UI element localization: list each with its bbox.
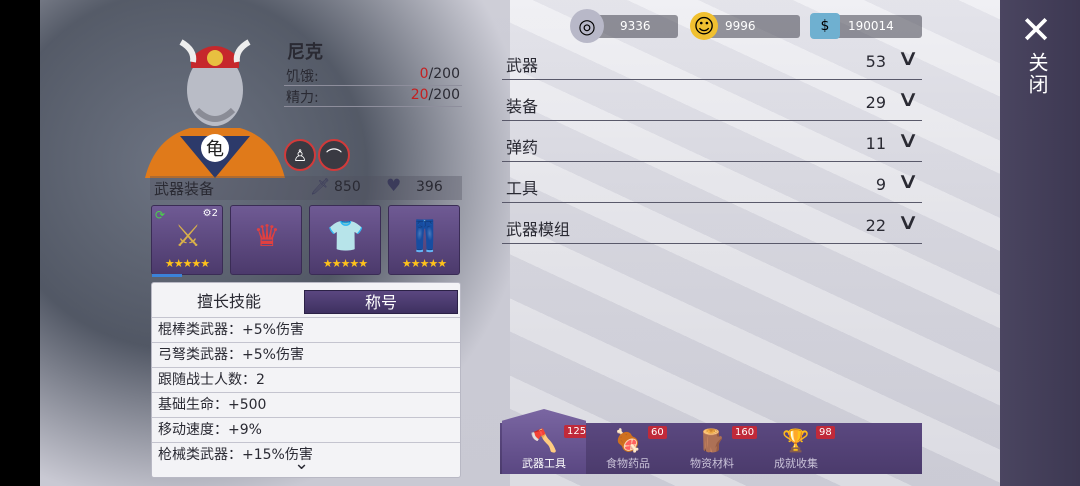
energy-max: /200 bbox=[428, 87, 460, 103]
tab-label: 食物药品 bbox=[606, 457, 650, 470]
inventory-row-mods[interactable]: 武器模组 22 ∨ bbox=[502, 208, 922, 244]
chevron-down-icon[interactable]: ⌄ bbox=[294, 453, 309, 474]
equipment-title: 武器装备 bbox=[154, 180, 215, 198]
inventory-label: 工具 bbox=[506, 179, 539, 198]
buff-badge-person-icon[interactable]: ♙ bbox=[284, 139, 316, 171]
energy-stat: 精力: 20/200 bbox=[284, 85, 462, 107]
energy-label: 精力: bbox=[286, 90, 319, 106]
skills-panel: 擅长技能 称号 棍棒类武器：+5%伤害 弓弩类武器：+5%伤害 跟随战士人数：2… bbox=[151, 282, 461, 478]
chevron-down-icon[interactable]: ∨ bbox=[897, 87, 920, 112]
silver-value: 9336 bbox=[620, 19, 651, 33]
weapon-progress-bar bbox=[152, 274, 182, 277]
svg-text:龟: 龟 bbox=[206, 139, 224, 160]
bottom-tab-bar: 🪓 125 武器工具 🍖 60 食物药品 🪵 160 物资材料 🏆 98 成就收… bbox=[500, 409, 922, 474]
cash-icon: $ bbox=[810, 13, 840, 39]
equipment-header: 武器装备 🗡 850 ♥ 396 bbox=[150, 176, 462, 200]
chevron-down-icon[interactable]: ∨ bbox=[897, 210, 920, 235]
tab-materials[interactable]: 🪵 160 物资材料 bbox=[670, 423, 758, 474]
chevron-down-icon[interactable]: ∨ bbox=[897, 128, 920, 153]
tab-label: 成就收集 bbox=[774, 457, 818, 470]
hunger-max: /200 bbox=[428, 66, 460, 82]
tab-label: 武器工具 bbox=[522, 457, 566, 470]
pants-icon: 👖 bbox=[406, 218, 444, 254]
weapon-level-value: 2 bbox=[211, 208, 218, 219]
inventory-count: 53 bbox=[865, 52, 886, 71]
tab-food-medicine[interactable]: 🍖 60 食物药品 bbox=[586, 423, 670, 474]
inventory-count: 9 bbox=[875, 175, 886, 194]
tab-title[interactable]: 称号 bbox=[304, 290, 458, 314]
skill-row: 弓弩类武器：+5%伤害 bbox=[152, 342, 460, 367]
cash-value: 190014 bbox=[848, 19, 894, 33]
hunger-stat: 饥饿: 0/200 bbox=[284, 64, 462, 86]
inventory-count: 11 bbox=[865, 134, 886, 153]
inventory-row-tools[interactable]: 工具 9 ∨ bbox=[502, 167, 922, 203]
tab-count: 98 bbox=[816, 426, 835, 439]
skill-row: 棍棒类武器：+5%伤害 bbox=[152, 317, 460, 342]
shirt-icon: 👕 bbox=[327, 218, 365, 254]
inventory-label: 装备 bbox=[506, 97, 539, 116]
skill-row: 基础生命：+500 bbox=[152, 392, 460, 417]
sword-icon: 🗡 bbox=[310, 177, 331, 196]
headwear-icon: ♛ bbox=[253, 218, 281, 254]
character-portrait: 龟 bbox=[145, 39, 285, 178]
gold-coin-icon: ☺ bbox=[690, 12, 718, 40]
tab-weapons-tools[interactable]: 🪓 125 武器工具 bbox=[502, 409, 586, 474]
dragon-weapon-icon: ⚔ bbox=[174, 218, 202, 254]
gold-value: 9996 bbox=[725, 19, 756, 33]
energy-current: 20 bbox=[410, 87, 429, 103]
inventory-label: 武器模组 bbox=[506, 220, 571, 239]
pants-stars: ★★★★★ bbox=[401, 257, 447, 270]
inventory-label: 武器 bbox=[506, 56, 539, 75]
hunger-label: 饥饿: bbox=[286, 69, 319, 85]
skill-row: 移动速度：+9% bbox=[152, 417, 460, 442]
tab-achievements[interactable]: 🏆 98 成就收集 bbox=[754, 423, 838, 474]
chevron-down-icon[interactable]: ∨ bbox=[897, 46, 920, 71]
refresh-icon: ⟳ bbox=[155, 208, 166, 222]
cash-currency: 190014 bbox=[826, 15, 922, 38]
hunger-current: 0 bbox=[419, 66, 429, 82]
weapon-stars: ★★★★★ bbox=[164, 257, 210, 270]
hunger-value: 0/200 bbox=[420, 66, 460, 82]
silver-coin-icon: ◎ bbox=[570, 9, 604, 43]
buff-badge-stomach-icon[interactable]: ⌒ bbox=[318, 139, 350, 171]
top-stars: ★★★★★ bbox=[322, 257, 368, 270]
inventory-row-ammo[interactable]: 弹药 11 ∨ bbox=[502, 126, 922, 162]
tab-label: 物资材料 bbox=[690, 457, 734, 470]
inventory-label: 弹药 bbox=[506, 138, 539, 157]
skill-row: 跟随战士人数：2 bbox=[152, 367, 460, 392]
inventory-count: 22 bbox=[865, 216, 886, 235]
energy-value: 20/200 bbox=[411, 87, 460, 103]
character-name: 尼克 bbox=[287, 42, 323, 63]
close-button[interactable]: 关闭 bbox=[1020, 52, 1049, 96]
close-icon[interactable]: ✕ bbox=[1016, 10, 1056, 50]
health-value: 396 bbox=[416, 179, 443, 195]
heart-icon: ♥ bbox=[386, 176, 402, 196]
gold-currency: 9996 bbox=[705, 15, 800, 38]
tab-skills[interactable]: 擅长技能 bbox=[152, 289, 306, 315]
pants-slot[interactable]: 👖 ★★★★★ bbox=[388, 205, 460, 275]
weapon-slot[interactable]: ⟳ ⚙2 ⚔ ★★★★★ bbox=[151, 205, 223, 277]
headwear-slot[interactable]: ♛ bbox=[230, 205, 302, 275]
attack-value: 850 bbox=[334, 179, 361, 195]
inventory-row-weapons[interactable]: 武器 53 ∨ bbox=[502, 44, 922, 80]
inventory-row-equipment[interactable]: 装备 29 ∨ bbox=[502, 85, 922, 121]
tab-count: 60 bbox=[648, 426, 667, 439]
inventory-count: 29 bbox=[865, 93, 886, 112]
chevron-down-icon[interactable]: ∨ bbox=[897, 169, 920, 194]
top-slot[interactable]: 👕 ★★★★★ bbox=[309, 205, 381, 275]
